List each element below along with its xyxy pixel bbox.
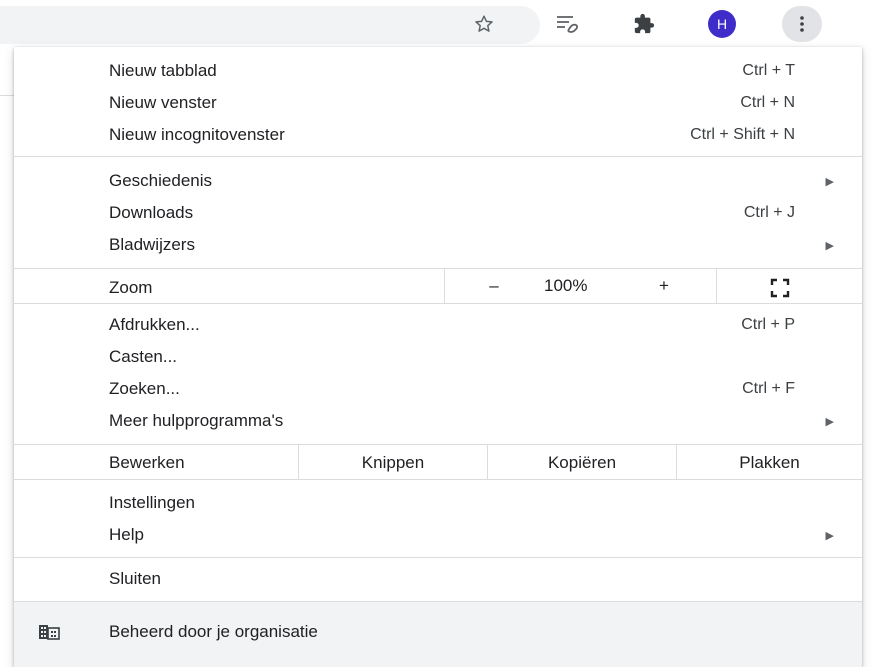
menu-item-label: Nieuw tabblad [109,61,217,80]
zoom-divider [716,268,717,303]
page-divider [0,95,14,96]
profile-avatar[interactable]: H [708,10,736,38]
menu-item-new-window[interactable]: Nieuw venster Ctrl + N [14,87,862,119]
kebab-menu-icon[interactable] [782,6,822,42]
menu-item-label: Sluiten [109,569,161,588]
submenu-arrow-icon: ▶ [825,415,834,428]
reading-list-icon[interactable] [552,8,584,40]
menu-item-new-tab[interactable]: Nieuw tabblad Ctrl + T [14,55,862,87]
menu-item-label: Zoeken... [109,379,180,398]
menu-item-help[interactable]: Help ▶ [14,519,862,551]
menu-separator [14,557,862,558]
menu-item-shortcut: Ctrl + J [743,204,795,221]
menu-item-label: Downloads [109,203,194,222]
zoom-level: 100% [544,276,588,295]
menu-item-find[interactable]: Zoeken... Ctrl + F [14,373,862,405]
kebab-dots-svg [800,16,804,32]
menu-separator [14,156,862,157]
submenu-arrow-icon: ▶ [825,239,834,252]
menu-item-settings[interactable]: Instellingen [14,487,862,519]
menu-item-cast[interactable]: Casten... [14,341,862,373]
chrome-main-menu: Nieuw tabblad Ctrl + T Nieuw venster Ctr… [14,47,862,667]
star-icon-svg [475,15,493,32]
building-icon-svg [39,625,60,640]
menu-item-label: Bladwijzers [109,235,195,254]
menu-item-new-incognito-window[interactable]: Nieuw incognitovenster Ctrl + Shift + N [14,119,862,151]
puzzle-icon-svg [634,13,655,34]
menu-item-shortcut: Ctrl + T [742,62,795,79]
menu-item-label: Help [109,525,144,544]
menu-item-exit[interactable]: Sluiten [14,563,862,595]
zoom-label: Zoom [109,278,153,297]
profile-initial: H [716,16,728,32]
managed-label: Beheerd door je organisatie [109,622,318,641]
browser-toolbar: H [0,0,880,48]
menu-item-shortcut: Ctrl + P [741,316,795,333]
star-icon[interactable] [468,8,500,40]
copy-button[interactable]: Kopiëren [488,447,676,479]
menu-item-label: Nieuw venster [109,93,217,112]
zoom-out-button[interactable]: – [484,276,504,296]
extensions-icon[interactable] [628,8,660,40]
menu-item-label: Meer hulpprogramma's [109,411,284,430]
menu-item-shortcut: Ctrl + N [740,94,795,111]
menu-item-label: Geschiedenis [109,171,213,190]
building-icon [38,624,60,640]
zoom-divider [444,268,445,303]
menu-item-bookmarks[interactable]: Bladwijzers ▶ [14,229,862,261]
menu-item-label: Instellingen [109,493,196,512]
menu-item-print[interactable]: Afdrukken... Ctrl + P [14,309,862,341]
address-bar[interactable] [0,6,540,44]
menu-item-more-tools[interactable]: Meer hulpprogramma's ▶ [14,405,862,437]
edit-label: Bewerken [109,453,185,472]
reading-list-icon-svg [557,16,579,33]
menu-separator [14,479,862,480]
menu-item-label: Afdrukken... [109,315,200,334]
menu-separator [14,303,862,304]
menu-item-downloads[interactable]: Downloads Ctrl + J [14,197,862,229]
cut-button[interactable]: Knippen [299,447,487,479]
fullscreen-icon-svg [770,278,790,298]
zoom-in-button[interactable]: + [654,276,674,296]
menu-separator [14,268,862,269]
menu-separator [14,444,862,445]
submenu-arrow-icon: ▶ [825,529,834,542]
paste-button[interactable]: Plakken [677,447,862,479]
menu-item-managed-by-organization[interactable]: Beheerd door je organisatie [14,602,862,667]
menu-item-shortcut: Ctrl + Shift + N [690,126,795,143]
menu-item-history[interactable]: Geschiedenis ▶ [14,165,862,197]
menu-item-label: Nieuw incognitovenster [109,125,285,144]
menu-item-label: Casten... [109,347,178,366]
fullscreen-icon[interactable] [770,278,790,298]
menu-item-shortcut: Ctrl + F [742,380,795,397]
menu-zoom-row: Zoom [14,272,862,304]
submenu-arrow-icon: ▶ [825,175,834,188]
